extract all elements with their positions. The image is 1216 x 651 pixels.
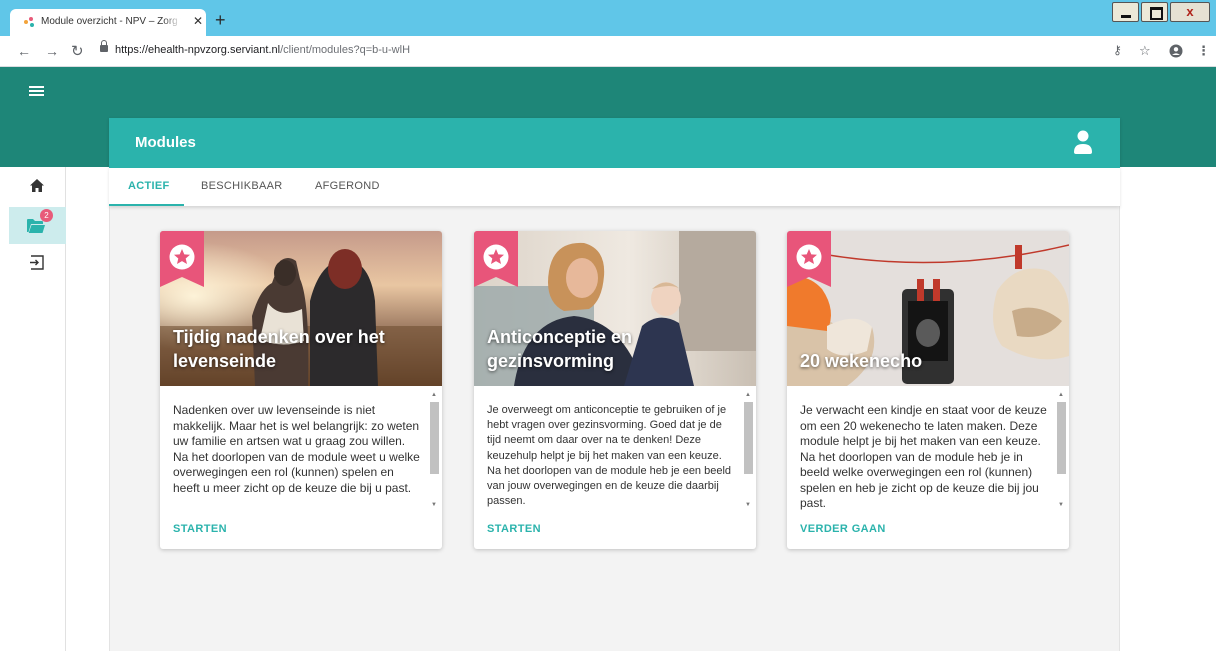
account-icon[interactable]: [1169, 44, 1183, 58]
tab-actief[interactable]: ACTIEF: [128, 180, 170, 192]
description-scrollbar[interactable]: ▲ ▼: [1056, 391, 1067, 509]
module-description: Je overweegt om anticonceptie te gebruik…: [487, 404, 732, 508]
start-module-button[interactable]: STARTEN: [487, 523, 541, 535]
reload-icon[interactable]: ↻: [71, 42, 84, 60]
scroll-up-arrow-icon[interactable]: ▲: [745, 392, 751, 398]
close-window-button[interactable]: x: [1170, 2, 1210, 22]
menu-dots-icon[interactable]: ⋮: [1197, 43, 1210, 59]
scroll-down-arrow-icon[interactable]: ▼: [1058, 502, 1064, 508]
tab-beschikbaar[interactable]: BESCHIKBAAR: [201, 180, 283, 192]
back-arrow-icon[interactable]: ←: [17, 43, 31, 59]
sidebar-item-logout[interactable]: [9, 245, 66, 282]
module-card: 20 wekenecho Je verwacht een kindje en s…: [787, 231, 1069, 549]
favorite-star-icon[interactable]: [787, 231, 831, 287]
module-card: Tijdig nadenken over het levenseinde Nad…: [160, 231, 442, 549]
description-scrollbar[interactable]: ▲ ▼: [429, 391, 440, 509]
user-profile-icon[interactable]: [1074, 130, 1092, 154]
url-field[interactable]: https://ehealth-npvzorg.serviant.nl/clie…: [115, 44, 410, 56]
key-icon[interactable]: ⚷: [1113, 43, 1122, 57]
site-favicon-icon: [24, 17, 35, 28]
tab-close-icon[interactable]: ✕: [193, 14, 203, 28]
module-image: Tijdig nadenken over het levenseinde: [160, 231, 442, 386]
modules-header-bar: Modules: [109, 118, 1120, 168]
scroll-down-arrow-icon[interactable]: ▼: [431, 502, 437, 508]
new-tab-button[interactable]: +: [215, 11, 226, 29]
notification-badge: 2: [40, 209, 53, 222]
scroll-down-arrow-icon[interactable]: ▼: [745, 502, 751, 508]
tab-afgerond[interactable]: AFGEROND: [315, 180, 380, 192]
continue-module-button[interactable]: VERDER GAAN: [800, 523, 886, 535]
lock-icon: [100, 40, 108, 52]
description-scrollbar[interactable]: ▲ ▼: [743, 391, 754, 509]
module-title: Anticonceptie en gezinsvorming: [487, 327, 633, 371]
forward-arrow-icon[interactable]: →: [45, 43, 59, 59]
favorite-star-icon[interactable]: [160, 231, 204, 287]
maximize-button[interactable]: [1141, 2, 1168, 22]
start-module-button[interactable]: STARTEN: [173, 523, 227, 535]
home-icon: [30, 179, 44, 192]
module-image: 20 wekenecho: [787, 231, 1069, 386]
url-path: /client/modules?q=b-u-wlH: [280, 44, 411, 56]
sidebar: 2: [0, 167, 66, 651]
scroll-up-arrow-icon[interactable]: ▲: [431, 392, 437, 398]
hamburger-menu-icon[interactable]: [29, 86, 44, 97]
scrollbar-thumb[interactable]: [430, 402, 439, 474]
minimize-button[interactable]: [1112, 2, 1139, 22]
module-title: 20 wekenecho: [800, 351, 923, 371]
page-title: Modules: [135, 134, 196, 151]
logout-icon: [30, 255, 44, 270]
module-card: Anticonceptie en gezinsvorming Je overwe…: [474, 231, 756, 549]
module-title: Tijdig nadenken over het levenseinde: [173, 327, 385, 371]
module-description: Nadenken over uw levenseinde is niet mak…: [173, 403, 420, 495]
favorite-star-icon[interactable]: [474, 231, 518, 287]
close-icon: x: [1186, 4, 1194, 19]
scrollbar-thumb[interactable]: [744, 402, 753, 474]
window-controls: x: [1110, 2, 1210, 24]
module-tabs: ACTIEF BESCHIKBAAR AFGEROND: [109, 168, 1120, 206]
module-image: Anticonceptie en gezinsvorming: [474, 231, 756, 386]
url-host: https://ehealth-npvzorg.serviant.nl: [115, 44, 281, 56]
browser-tab[interactable]: Module overzicht - NPV – Zorg voor elkaa…: [10, 9, 206, 36]
browser-titlebar: Module overzicht - NPV – Zorg voor elkaa…: [0, 0, 1216, 36]
sidebar-item-home[interactable]: [9, 168, 66, 205]
browser-toolbar: ← → ↻ https://ehealth-npvzorg.serviant.n…: [0, 36, 1216, 67]
sidebar-item-modules[interactable]: 2: [9, 207, 66, 244]
module-description: Je verwacht een kindje en staat voor de …: [800, 403, 1047, 510]
scrollbar-thumb[interactable]: [1057, 402, 1066, 474]
star-bookmark-icon[interactable]: ☆: [1139, 43, 1151, 59]
tab-title: Module overzicht - NPV – Zorg voor elkaa…: [41, 16, 181, 27]
active-tab-indicator: [109, 204, 184, 206]
scroll-up-arrow-icon[interactable]: ▲: [1058, 392, 1064, 398]
